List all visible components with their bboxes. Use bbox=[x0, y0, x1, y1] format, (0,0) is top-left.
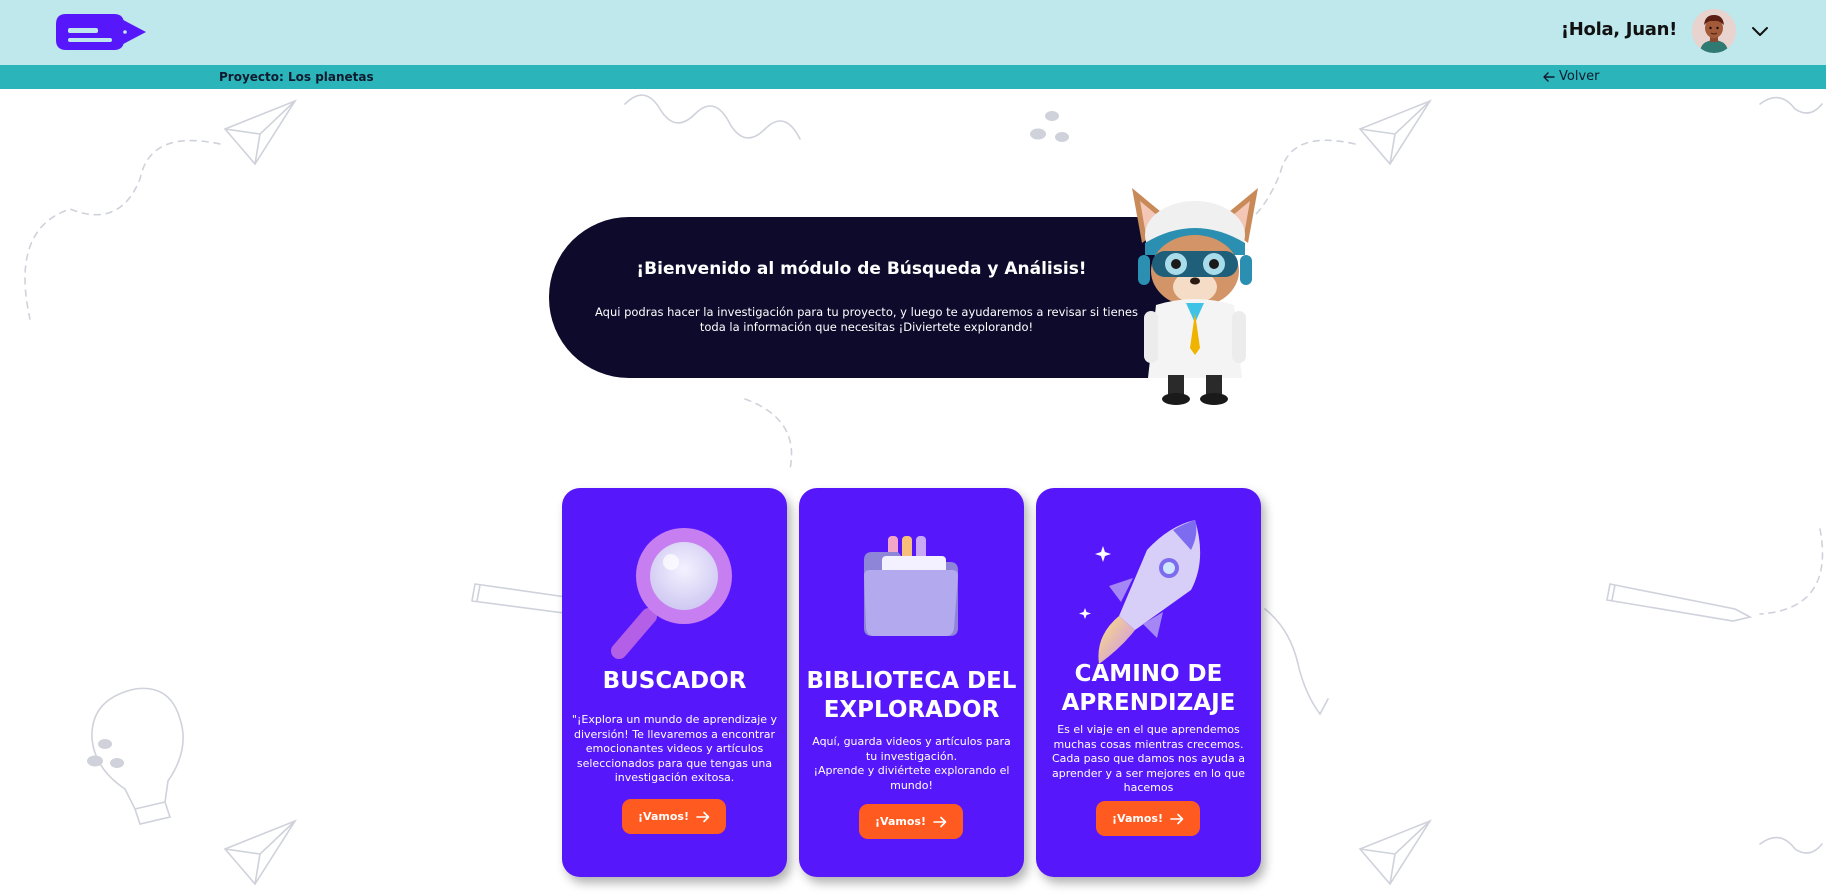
arrow-right-icon bbox=[696, 811, 710, 822]
card-title: BIBLIOTECA DEL EXPLORADOR bbox=[806, 668, 1017, 723]
button-label: ¡Vamos! bbox=[1112, 812, 1163, 825]
magnifier-icon bbox=[611, 528, 732, 659]
card-description: Aquí, guarda videos y artículos para tu … bbox=[812, 735, 1011, 792]
card-biblioteca: BIBLIOTECA DEL EXPLORADOR Aquí, guarda v… bbox=[799, 488, 1024, 877]
back-label: Volver bbox=[1559, 69, 1600, 84]
mascot-illustration bbox=[1132, 188, 1258, 405]
vamos-button[interactable]: ¡Vamos! bbox=[859, 804, 963, 839]
vamos-button[interactable]: ¡Vamos! bbox=[1096, 801, 1200, 836]
card-title: CAMINO DE APRENDIZAJE bbox=[1061, 661, 1236, 716]
rocket-icon bbox=[1079, 520, 1201, 664]
arrow-right-icon bbox=[933, 816, 947, 827]
card-description: Es el viaje en el que aprendemos muchas … bbox=[1051, 723, 1246, 794]
card-buscador: BUSCADOR "¡Explora un mundo de aprendiza… bbox=[562, 488, 787, 877]
folder-icon bbox=[864, 536, 958, 636]
button-label: ¡Vamos! bbox=[875, 815, 926, 828]
arrow-left-icon bbox=[1543, 71, 1555, 82]
welcome-text: Aqui podras hacer la investigación para … bbox=[594, 305, 1138, 334]
project-bar: Proyecto: Los planetas Volver bbox=[0, 65, 1826, 89]
back-link[interactable]: Volver bbox=[1543, 69, 1600, 84]
ed-logo[interactable] bbox=[54, 10, 146, 54]
welcome-banner: ¡Bienvenido al módulo de Búsqueda y Anál… bbox=[549, 217, 1189, 378]
project-label: Proyecto: Los planetas bbox=[219, 70, 374, 84]
card-description: "¡Explora un mundo de aprendizaje y dive… bbox=[571, 713, 778, 784]
button-label: ¡Vamos! bbox=[638, 810, 689, 823]
vamos-button[interactable]: ¡Vamos! bbox=[622, 799, 726, 834]
top-header: ¡Hola, Juan! bbox=[0, 0, 1826, 65]
card-camino: CAMINO DE APRENDIZAJE Es el viaje en el … bbox=[1036, 488, 1261, 877]
user-greeting: ¡Hola, Juan! bbox=[1560, 19, 1677, 40]
chevron-down-icon[interactable] bbox=[1750, 22, 1770, 42]
avatar[interactable] bbox=[1692, 9, 1736, 53]
welcome-title: ¡Bienvenido al módulo de Búsqueda y Anál… bbox=[636, 259, 1087, 279]
arrow-right-icon bbox=[1170, 813, 1184, 824]
card-title: BUSCADOR bbox=[602, 668, 747, 694]
